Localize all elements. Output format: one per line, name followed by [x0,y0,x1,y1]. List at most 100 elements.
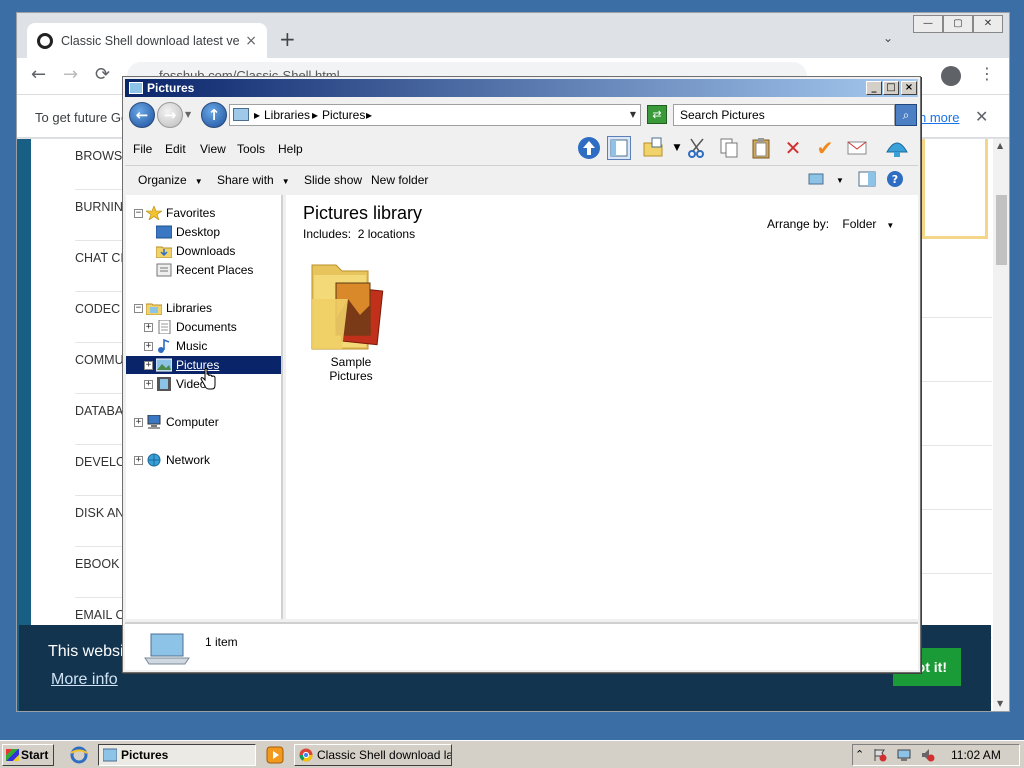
library-locations-link[interactable]: 2 locations [358,227,415,241]
start-button[interactable]: Start [2,744,54,766]
view-dropdown-icon[interactable]: ▼ [836,176,844,185]
expand-icon[interactable]: + [144,360,153,370]
expand-icon[interactable]: + [144,379,153,389]
expand-icon[interactable]: + [134,417,143,427]
network-icon [147,453,161,467]
tray-expand-icon[interactable]: ⌃ [855,748,869,762]
tree-desktop[interactable]: Desktop [156,223,220,241]
page-scrollbar[interactable]: ▲ ▼ [993,139,1009,711]
sample-pictures-folder[interactable]: Sample Pictures [308,259,394,383]
help-icon[interactable]: ? [885,170,905,188]
tree-downloads[interactable]: Downloads [156,242,235,260]
infobar-learn-more-link[interactable]: n more [919,110,959,125]
tree-favorites[interactable]: − Favorites [134,204,215,222]
maximize-button[interactable]: □ [883,81,899,95]
new-folder-button[interactable]: New folder [371,173,428,187]
menu-view[interactable]: View [200,142,226,156]
folder-options-icon[interactable] [641,136,665,160]
navigation-pane: − Favorites Desktop Downloads Recent Pla… [126,195,283,619]
close-button[interactable]: × [901,81,917,95]
tab-close-icon[interactable]: × [245,33,257,49]
history-dropdown-icon[interactable]: ▼ [185,110,191,119]
up-folder-button[interactable]: ↑ [201,102,227,128]
tree-recent-places[interactable]: Recent Places [156,261,253,279]
downloads-folder-icon [156,246,172,258]
arrange-by-dropdown[interactable]: Folder ▼ [842,217,894,231]
windows-logo-icon [6,749,19,761]
scroll-down-icon[interactable]: ▼ [997,699,1003,708]
chrome-close-button[interactable]: ✕ [973,15,1003,33]
address-dropdown-icon[interactable]: ▼ [630,110,636,119]
back-button[interactable]: ← [129,102,155,128]
breadcrumb-arrow-icon[interactable]: ▸ [366,108,372,122]
infobar-close-icon[interactable]: ✕ [975,107,988,126]
taskbar-chrome-button[interactable]: Classic Shell download la... [294,744,452,766]
tree-libraries[interactable]: − Libraries [134,299,212,317]
change-view-icon[interactable] [807,170,827,188]
collapse-icon[interactable]: − [134,303,143,313]
properties-check-icon[interactable]: ✔ [813,136,837,160]
hand-cursor-icon [200,368,216,390]
profile-avatar-icon[interactable] [941,66,961,86]
media-player-icon[interactable] [266,746,284,764]
network-tray-icon[interactable] [897,748,911,762]
back-arrow-icon[interactable]: ← [31,64,46,85]
cut-icon[interactable] [685,136,709,160]
tree-documents[interactable]: + Documents [144,318,237,336]
menu-edit[interactable]: Edit [165,142,186,156]
action-center-flag-icon[interactable] [873,748,887,762]
laptop-icon [144,633,190,665]
navigation-pane-icon[interactable] [607,136,631,160]
chrome-restore-button[interactable]: ▢ [943,15,973,33]
minimize-button[interactable]: _ [866,81,882,95]
share-with-button[interactable]: Share with ▼ [217,173,290,187]
explorer-titlebar[interactable]: Pictures _ □ × [125,79,918,97]
breadcrumb-arrow-icon[interactable]: ▸ [312,108,318,122]
tree-network[interactable]: + Network [134,451,210,469]
paste-icon[interactable] [749,136,773,160]
pictures-library-icon [129,82,143,94]
slide-show-button[interactable]: Slide show [304,173,362,187]
taskbar-explorer-button[interactable]: Pictures [98,744,256,766]
recent-places-icon [156,263,172,277]
explorer-window: Pictures _ □ × ← → ▼ ↑ ▸ Libraries ▸ Pic… [122,76,921,673]
internet-explorer-icon[interactable] [70,746,88,764]
scroll-up-icon[interactable]: ▲ [997,141,1003,150]
menu-help[interactable]: Help [278,142,303,156]
classic-shell-icon[interactable] [885,136,909,160]
new-tab-button[interactable]: + [279,27,296,51]
breadcrumb-pictures[interactable]: Pictures [322,108,365,122]
menu-file[interactable]: File [133,142,152,156]
reload-icon[interactable]: ⟳ [95,64,110,85]
browser-tab[interactable]: Classic Shell download latest ver × [27,23,267,58]
email-icon[interactable] [845,136,869,160]
up-toolbar-icon[interactable] [577,136,601,160]
clock[interactable]: 11:02 AM [951,748,1001,762]
copy-icon[interactable] [717,136,741,160]
preview-pane-icon[interactable] [857,170,877,188]
tree-computer[interactable]: + Computer [134,413,219,431]
expand-icon[interactable]: + [144,341,153,351]
breadcrumb-libraries[interactable]: Libraries [264,108,310,122]
forward-button[interactable]: → [157,102,183,128]
tab-search-chevron-icon[interactable]: ⌄ [883,31,893,45]
delete-icon[interactable]: ✕ [781,136,805,160]
expand-icon[interactable]: + [144,322,153,332]
expand-icon[interactable]: + [134,455,143,465]
search-icon[interactable]: ⌕ [895,104,917,126]
chrome-minimize-button[interactable]: — [913,15,943,33]
search-input[interactable]: Search Pictures [673,104,895,126]
refresh-icon[interactable]: ⇄ [647,105,667,124]
chrome-menu-icon[interactable]: ⋮ [979,64,995,83]
breadcrumb-arrow-icon[interactable]: ▸ [254,108,260,122]
menu-tools[interactable]: Tools [237,142,265,156]
folder-label: Sample Pictures [329,355,373,383]
scroll-thumb[interactable] [996,195,1007,265]
cookie-more-info-link[interactable]: More info [51,671,118,689]
tree-music[interactable]: + Music [144,337,207,355]
forward-arrow-icon[interactable]: → [63,64,78,85]
address-bar-breadcrumb[interactable]: ▸ Libraries ▸ Pictures ▸ ▼ [229,104,641,126]
volume-muted-icon[interactable] [921,748,935,762]
organize-button[interactable]: Organize ▼ [138,173,203,187]
collapse-icon[interactable]: − [134,208,143,218]
